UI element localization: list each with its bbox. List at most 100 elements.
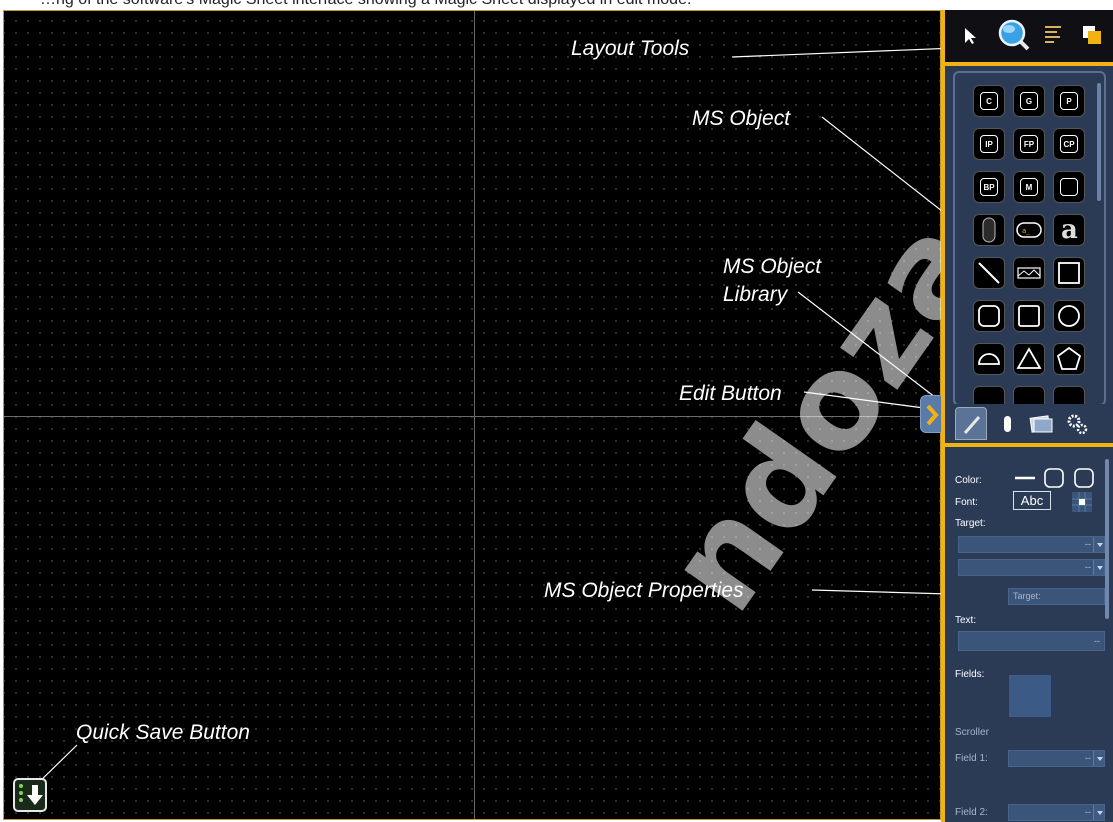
fields-box[interactable]	[1009, 675, 1051, 717]
field1-select[interactable]: --	[1008, 750, 1105, 767]
zoom-icon[interactable]	[997, 18, 1031, 52]
object-label: C	[980, 92, 998, 110]
rect-icon	[1018, 305, 1040, 327]
border-color-swatch	[1044, 468, 1064, 488]
object-half-circle[interactable]	[973, 343, 1005, 375]
object-square[interactable]	[1053, 257, 1085, 289]
object-channel[interactable]: C	[973, 85, 1005, 117]
text-field[interactable]: --	[958, 631, 1105, 651]
object-partial-2[interactable]	[1013, 386, 1045, 404]
fader-icon	[982, 217, 996, 243]
callout-ms-object-library-line1: MS Object	[723, 255, 822, 278]
object-text[interactable]: a	[1053, 214, 1085, 246]
text-label: Text:	[955, 615, 977, 626]
command-line-icon: a_	[1016, 222, 1042, 238]
object-preset[interactable]: P	[1053, 85, 1085, 117]
field2-select[interactable]: --	[1008, 804, 1105, 821]
line-icon	[978, 262, 1000, 284]
object-label: IP	[980, 135, 998, 153]
download-arrow-icon	[27, 785, 43, 805]
object-fader[interactable]	[973, 214, 1005, 246]
field1-value: --	[1085, 753, 1091, 763]
chevron-down-icon	[1093, 560, 1104, 575]
triangle-icon	[1016, 347, 1042, 369]
grid-divider-horizontal	[4, 416, 940, 417]
target-label: Target:	[955, 518, 986, 529]
tab-images[interactable]	[1025, 407, 1057, 440]
align-icon[interactable]	[1043, 24, 1063, 46]
callout-ms-object-library-line2: Library	[723, 283, 788, 306]
callout-edit-button: Edit Button	[679, 382, 782, 405]
object-partial-3[interactable]	[1053, 386, 1085, 404]
object-blank-button[interactable]	[1053, 171, 1085, 203]
object-rounded-rect[interactable]	[973, 300, 1005, 332]
images-icon	[1029, 415, 1053, 433]
object-color-palette[interactable]: CP	[1053, 128, 1085, 160]
target-field-2-value: --	[1085, 562, 1091, 572]
object-label: G	[1020, 92, 1038, 110]
object-label: CP	[1060, 135, 1078, 153]
chevron-down-icon	[1093, 537, 1104, 552]
layer-icon[interactable]	[1081, 24, 1103, 46]
object-partial-1[interactable]	[973, 386, 1005, 404]
field1-label: Field 1:	[955, 753, 988, 764]
edit-button[interactable]	[920, 395, 942, 433]
svg-text:a_: a_	[1022, 227, 1031, 235]
object-triangle[interactable]	[1013, 343, 1045, 375]
color-label: Color:	[955, 475, 982, 486]
object-intensity-palette[interactable]: IP	[973, 128, 1005, 160]
right-panel: C G P IP FP CP BP M a_ a Color: Font: Ab…	[941, 10, 1113, 822]
callout-ms-object: MS Object	[692, 107, 791, 130]
circle-icon	[1058, 305, 1080, 327]
text-object-glyph: a	[1061, 215, 1078, 245]
target-sub-field[interactable]: Target:	[1008, 588, 1105, 605]
font-label: Font:	[955, 497, 978, 508]
magic-sheet-canvas[interactable]: Layout Tools MS Object MS Object Library…	[3, 10, 941, 820]
pencil-icon	[963, 416, 981, 434]
font-sample-button[interactable]: Abc	[1013, 491, 1051, 510]
callout-quick-save-button: Quick Save Button	[76, 721, 250, 744]
library-scrollbar[interactable]	[1097, 83, 1101, 201]
object-focus-palette[interactable]: FP	[1013, 128, 1045, 160]
image-icon	[1017, 267, 1041, 279]
text-align-icon[interactable]	[1071, 491, 1093, 513]
object-grid: C G P IP FP CP BP M a_ a	[953, 71, 1106, 406]
fill-color-swatch	[1074, 468, 1094, 488]
target-sub-label: Target:	[1013, 591, 1041, 601]
caption-strip: …ng of the software's Magic Sheet interf…	[0, 0, 1113, 10]
rounded-rect-icon	[978, 305, 1000, 327]
scroller-label: Scroller	[955, 727, 989, 738]
color-swatches	[1015, 468, 1094, 488]
field2-value: --	[1085, 807, 1091, 817]
tab-settings[interactable]	[1061, 407, 1093, 440]
object-rect[interactable]	[1013, 300, 1045, 332]
object-command-line[interactable]: a_	[1013, 214, 1045, 246]
text-field-value: --	[1094, 636, 1100, 646]
tab-edit[interactable]	[955, 407, 987, 440]
object-label: FP	[1020, 135, 1038, 153]
fields-label: Fields:	[955, 669, 985, 680]
square-icon	[1058, 262, 1080, 284]
tab-probe[interactable]	[991, 407, 1023, 440]
object-macro[interactable]: M	[1013, 171, 1045, 203]
object-line[interactable]	[973, 257, 1005, 289]
chevron-down-icon	[1093, 805, 1104, 820]
grid-divider-vertical	[474, 11, 475, 819]
object-beam-palette[interactable]: BP	[973, 171, 1005, 203]
pointer-icon[interactable]	[963, 27, 977, 45]
target-field-2[interactable]: --	[958, 559, 1105, 576]
object-label	[1060, 178, 1078, 196]
object-circle[interactable]	[1053, 300, 1085, 332]
target-field-1[interactable]: --	[958, 536, 1105, 553]
chevron-right-icon	[926, 404, 939, 426]
object-group[interactable]: G	[1013, 85, 1045, 117]
object-label: M	[1020, 178, 1038, 196]
caption-text: …ng of the software's Magic Sheet interf…	[40, 0, 691, 9]
gears-icon	[1067, 414, 1088, 435]
callout-layout-tools: Layout Tools	[571, 37, 690, 60]
object-image[interactable]	[1013, 257, 1045, 289]
library-tabs	[945, 404, 1113, 443]
object-pentagon[interactable]	[1053, 343, 1085, 375]
target-field-1-value: --	[1085, 539, 1091, 549]
quick-save-button[interactable]	[13, 778, 47, 812]
